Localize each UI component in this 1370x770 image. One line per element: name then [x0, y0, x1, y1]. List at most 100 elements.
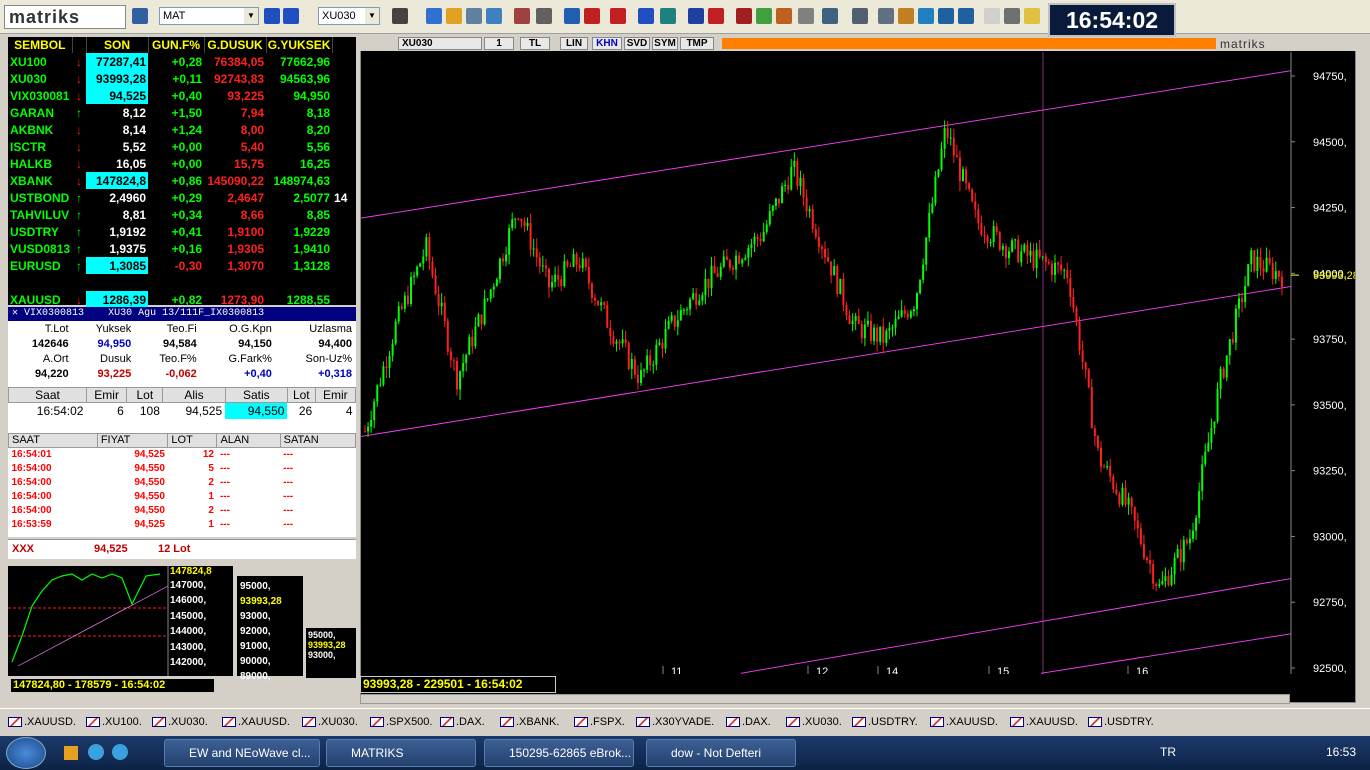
row-symbol[interactable]: USTBOND [8, 189, 72, 206]
mail-icon[interactable] [984, 8, 1000, 24]
order-col[interactable]: Lot [286, 387, 316, 403]
window-tab[interactable]: .SPX500. [370, 716, 432, 728]
col-gdusuk[interactable]: G.DUSUK [204, 37, 267, 53]
print-icon[interactable] [1004, 8, 1020, 24]
btn-khn[interactable]: KHN [592, 37, 622, 50]
chart-symbol[interactable]: XU030 [398, 37, 482, 50]
row-symbol[interactable]: AKBNK [8, 121, 72, 138]
trade-col[interactable]: FIYAT [96, 432, 169, 448]
book-icon[interactable] [514, 8, 530, 24]
chart-hscroll[interactable] [360, 694, 1290, 704]
window-tab[interactable]: .X30YVADE. [636, 716, 714, 728]
watchlist-row[interactable]: GARAN ↑ 8,12 +1,50 7,94 8,18 [8, 104, 356, 121]
window-tab[interactable]: .XAUUSD. [8, 716, 76, 728]
window-tab[interactable]: .DAX. [726, 716, 771, 728]
chart-icon[interactable] [426, 8, 442, 24]
order-col[interactable]: Lot [126, 387, 164, 403]
col-sembol[interactable]: SEMBOL [8, 37, 73, 53]
window-tab[interactable]: .XU030. [302, 716, 358, 728]
panel2-icon[interactable] [958, 8, 974, 24]
task-matriks[interactable]: MATRIKS [326, 739, 476, 767]
row-symbol[interactable]: XU030 [8, 70, 72, 87]
save-icon[interactable] [132, 8, 148, 24]
folder-icon[interactable] [64, 746, 78, 760]
row-symbol[interactable]: XU100 [8, 53, 72, 70]
col-gyuksek[interactable]: G.YUKSEK [266, 37, 333, 53]
window-tab[interactable]: .XAUUSD. [222, 716, 290, 728]
home-icon[interactable] [564, 8, 580, 24]
mini-chart-xbank[interactable]: 147824,8 147000, 146000, 145000, 144000, 143… [8, 566, 233, 693]
watchlist-row[interactable]: EURUSD ↑ 1,3085 -0,30 1,3070 1,3128 [8, 257, 356, 274]
order-col[interactable]: Alis [162, 387, 226, 403]
watchlist-row[interactable]: USTBOND ↑ 2,4960 +0,29 2,4647 2,5077 14 [8, 189, 356, 206]
chevron-down-icon[interactable]: ▼ [365, 8, 379, 24]
row-symbol[interactable]: VUSD0813 [8, 240, 72, 257]
symbol-combo[interactable]: XU030 ▼ [318, 7, 380, 25]
task-browser[interactable]: EW and NEoWave cl... [164, 739, 320, 767]
underline-icon[interactable] [638, 8, 654, 24]
window-tab[interactable]: .XU030. [152, 716, 208, 728]
row-symbol[interactable]: ISCTR [8, 138, 72, 155]
panel-icon[interactable] [938, 8, 954, 24]
user-icon[interactable] [898, 8, 914, 24]
watchlist-row[interactable] [8, 274, 356, 291]
tool-icon[interactable] [798, 8, 814, 24]
window-tab[interactable]: .XAUUSD. [930, 716, 998, 728]
price-chart[interactable]: 94750,94500,94250,94000,93750,93500,9325… [361, 52, 1355, 674]
window-tab[interactable]: .XAUUSD. [1010, 716, 1078, 728]
list-icon[interactable] [466, 8, 482, 24]
watchlist-row[interactable]: VUSD0813 ↑ 1,9375 +0,16 1,9305 1,9410 [8, 240, 356, 257]
trade-col[interactable]: ALAN [216, 432, 281, 448]
chevron-down-icon[interactable]: ▼ [244, 8, 258, 24]
watchlist-row[interactable]: USDTRY ↑ 1,9192 +0,41 1,9100 1,9229 [8, 223, 356, 240]
draw-icon[interactable] [536, 8, 552, 24]
row-symbol[interactable]: TAHVILUV [8, 206, 72, 223]
btn-svd[interactable]: SVD [624, 37, 650, 50]
watchlist-row[interactable]: XAUUSD ↓ 1286,39 +0,82 1273,90 1288,55 [8, 291, 356, 308]
people-icon[interactable] [756, 8, 772, 24]
watchlist-row[interactable]: XU100 ↓ 77287,41 +0,28 76384,05 77662,96 [8, 53, 356, 70]
order-col[interactable]: Emir [314, 387, 357, 403]
btn-sym[interactable]: SYM [652, 37, 678, 50]
pie-icon[interactable] [446, 8, 462, 24]
row-symbol[interactable]: XAUUSD [8, 291, 72, 308]
col-gunf[interactable]: GUN.F% [148, 37, 205, 53]
watchlist-row[interactable]: TAHVILUV ↑ 8,81 +0,34 8,66 8,85 [8, 206, 356, 223]
menu-icon[interactable] [822, 8, 838, 24]
layout-icon[interactable] [852, 8, 868, 24]
row-symbol[interactable]: VIX030081 [8, 87, 72, 104]
row-symbol[interactable] [8, 274, 72, 291]
watchlist-row[interactable]: XBANK ↓ 147824,8 +0,86 145090,22 148974,63 [8, 172, 356, 189]
m-icon[interactable] [708, 8, 724, 24]
window-tab[interactable]: .FSPX. [574, 716, 625, 728]
pen-icon[interactable] [392, 8, 408, 24]
row-symbol[interactable]: USDTRY [8, 223, 72, 240]
profile-combo[interactable]: MAT ▼ [159, 7, 259, 25]
task-ebrokerage[interactable]: 150295-62865 eBrok... [484, 739, 634, 767]
trade-col[interactable]: LOT [167, 432, 218, 448]
news-icon[interactable] [736, 8, 752, 24]
folder-icon[interactable] [1024, 8, 1040, 24]
order-col[interactable]: Saat [8, 387, 87, 403]
calc-icon[interactable] [878, 8, 894, 24]
watchlist-row[interactable]: XU030 ↓ 93993,28 +0,11 92743,83 94563,96 [8, 70, 356, 87]
globe-icon[interactable] [688, 8, 704, 24]
window-tab[interactable]: .XU100. [86, 716, 142, 728]
window-tab[interactable]: .USDTRY. [852, 716, 918, 728]
clock-icon[interactable] [486, 8, 502, 24]
chart-currency[interactable]: TL [520, 37, 550, 50]
btn-tmp[interactable]: TMP [680, 37, 714, 50]
window-tab[interactable]: .USDTRY. [1088, 716, 1154, 728]
info-icon[interactable] [283, 8, 299, 24]
trade-col[interactable]: SATAN [279, 432, 357, 448]
mini-chart-3[interactable]: 95000, 93993,28 93000, [306, 618, 356, 678]
window-tab[interactable]: .XBANK. [500, 716, 559, 728]
watchlist-row[interactable]: ISCTR ↓ 5,52 +0,00 5,40 5,56 [8, 138, 356, 155]
row-symbol[interactable]: HALKB [8, 155, 72, 172]
gift-icon[interactable] [776, 8, 792, 24]
mini-chart-xu030[interactable]: 95000, 93993,28 93000, 92000, 91000, 90000, 89… [237, 566, 303, 682]
row-symbol[interactable]: EURUSD [8, 257, 72, 274]
col-son[interactable]: SON [86, 37, 149, 53]
ie-icon[interactable] [88, 744, 104, 760]
watchlist-row[interactable]: HALKB ↓ 16,05 +0,00 15,75 16,25 [8, 155, 356, 172]
